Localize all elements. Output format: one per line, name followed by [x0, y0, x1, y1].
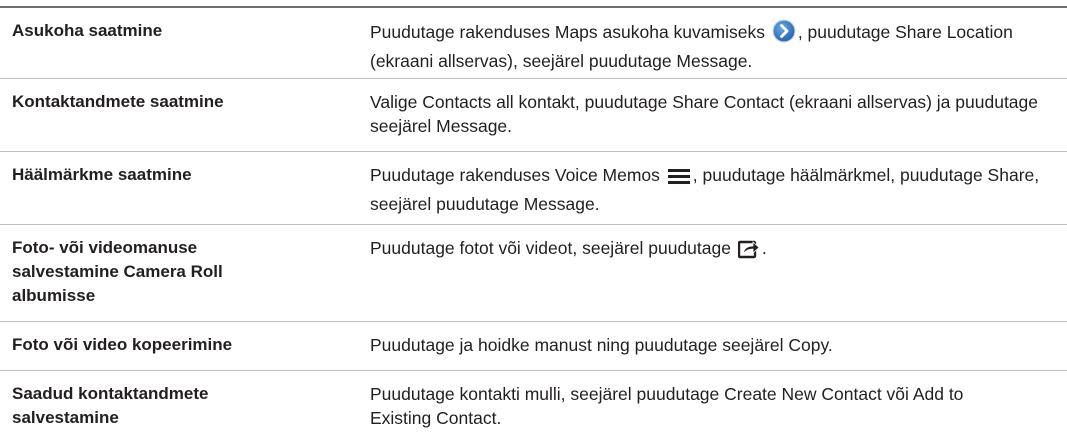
instructions-table: Asukoha saatmine Puudutage rakenduses Ma…	[0, 6, 1067, 439]
row-description: Puudutage fotot või videot, seejärel puu…	[358, 225, 1067, 321]
row-description: Puudutage ja hoidke manust ning puudutag…	[370, 335, 833, 355]
row-term: Häälmärkme saatmine	[12, 165, 192, 184]
row-description: Puudutage kontakti mulli, seejärel puudu…	[370, 384, 964, 428]
desc-text: Puudutage rakenduses Voice Memos	[370, 165, 665, 185]
row-term: Foto või video kopeerimine	[12, 335, 233, 354]
row-term: Asukoha saatmine	[12, 21, 163, 40]
table-row: Foto või video kopeerimine Puudutage ja …	[0, 322, 1067, 371]
row-term: Saadud kontaktandmete salvestamine	[12, 384, 209, 427]
desc-text: .	[761, 238, 767, 258]
row-description: Valige Contacts all kontakt, puudutage S…	[370, 92, 1038, 136]
desc-text: Puudutage fotot või videot, seejärel puu…	[370, 238, 736, 258]
row-term: Foto- või videomanuse salvestamine Camer…	[12, 238, 223, 305]
row-description: Puudutage rakenduses Maps asukoha kuvami…	[358, 8, 1067, 78]
table-row: Foto- või videomanuse salvestamine Camer…	[0, 225, 1067, 322]
row-term: Kontaktandmete saatmine	[12, 92, 224, 111]
desc-text: Puudutage rakenduses Maps asukoha kuvami…	[370, 22, 770, 42]
table-row: Häälmärkme saatmine Puudutage rakenduses…	[0, 152, 1067, 225]
table-row: Asukoha saatmine Puudutage rakenduses Ma…	[0, 6, 1067, 79]
table-row: Saadud kontaktandmete salvestamine Puudu…	[0, 371, 1067, 439]
list-icon	[667, 166, 691, 192]
blue-circle-arrow-icon	[772, 19, 796, 49]
table-row: Kontaktandmete saatmine Valige Contacts …	[0, 79, 1067, 152]
share-arrow-icon	[737, 239, 760, 265]
row-description: Puudutage rakenduses Voice Memos , puudu…	[358, 152, 1067, 224]
